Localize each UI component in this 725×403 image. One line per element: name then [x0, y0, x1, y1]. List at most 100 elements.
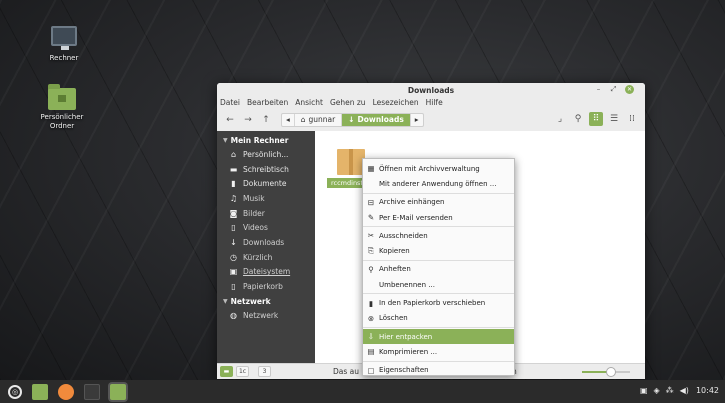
clock-icon: ◷ — [230, 252, 237, 262]
attach-icon: ✎ — [367, 213, 375, 223]
sidebar-item-downloads[interactable]: ↓ Downloads — [217, 235, 315, 250]
sidebar-item-music[interactable]: ♫ Musik — [217, 191, 315, 206]
volume-icon[interactable]: ◀) — [680, 386, 689, 395]
compact-view-icon[interactable]: ⁞⁞ — [625, 112, 639, 126]
context-menu-item[interactable]: ✂ Ausschneiden — [363, 228, 514, 243]
sidebar-item-label: Persönlich... — [243, 149, 289, 159]
menu-separator — [363, 326, 514, 328]
context-menu-item[interactable]: ▤ Komprimieren ... — [363, 344, 514, 359]
sidebar-item-filesystem[interactable]: ▣ Dateisystem — [217, 265, 315, 280]
sidebar-item-documents[interactable]: ▮ Dokumente — [217, 176, 315, 191]
sidebar-item-recent[interactable]: ◷ Kürzlich — [217, 250, 315, 265]
toolbar: ← → ↑ ◂ ⌂ gunnar ↓ Downloads ▸ ⌟ ⚲ ⠿ ☰ ⁞… — [217, 108, 645, 131]
menu-icon[interactable]: ◎ — [8, 384, 22, 399]
sidebar-item-label: Netzwerk — [243, 310, 279, 320]
shield-icon[interactable]: ◈ — [654, 386, 660, 395]
terminal-icon[interactable] — [84, 383, 100, 400]
sidebar-section-my-computer[interactable]: ▼ Mein Rechner — [217, 134, 315, 147]
context-menu-item[interactable]: ✎ Per E-Mail versenden — [363, 210, 514, 225]
clipboard-icon[interactable]: ▣ — [640, 386, 648, 395]
sidebar-item-label: Downloads — [243, 237, 285, 247]
menu-separator — [363, 259, 514, 261]
download-icon: ↓ — [348, 115, 355, 124]
forward-icon[interactable]: → — [241, 113, 255, 127]
path-left-arrow-icon[interactable]: ◂ — [282, 113, 295, 126]
sidebar-item-label: Kürzlich — [243, 252, 273, 262]
hide-sidebar-icon[interactable]: 3 — [258, 366, 271, 377]
context-menu-label: Ausschneiden — [379, 231, 428, 240]
close-icon[interactable]: ✕ — [625, 85, 634, 94]
breadcrumb-downloads[interactable]: ↓ Downloads — [342, 113, 411, 126]
context-menu-item[interactable]: ▢ Eigenschaften — [363, 363, 514, 378]
context-menu-label: Kopieren — [379, 247, 410, 256]
show-places-icon[interactable]: ▬ — [220, 366, 233, 377]
context-menu-item[interactable]: ⊗ Löschen — [363, 311, 514, 326]
package-icon — [337, 149, 365, 175]
context-menu-label: In den Papierkorb verschieben — [379, 299, 486, 308]
menu-bearbeiten[interactable]: Bearbeiten — [247, 98, 288, 107]
menu-separator — [363, 192, 514, 194]
extract-icon: ⇩ — [367, 332, 375, 342]
context-menu-label: Mit anderer Anwendung öffnen ... — [379, 179, 497, 188]
sidebar-item-videos[interactable]: ▯ Videos — [217, 220, 315, 235]
sidebar-section-network[interactable]: ▼ Netzwerk — [217, 295, 315, 308]
zoom-slider-handle[interactable] — [605, 367, 616, 377]
context-menu-item[interactable]: ⊟ Archive einhängen — [363, 195, 514, 210]
context-menu-item[interactable]: ⚲ Anheften — [363, 262, 514, 277]
menu-ansicht[interactable]: Ansicht — [295, 98, 323, 107]
sidebar-item-desktop[interactable]: ▬ Schreibtisch — [217, 162, 315, 177]
sidebar-item-pictures[interactable]: ◙ Bilder — [217, 206, 315, 221]
toggle-location-icon[interactable]: ⌟ — [553, 112, 567, 126]
chevron-down-icon: ▼ — [223, 137, 228, 144]
sidebar-item-trash[interactable]: ▯ Papierkorb — [217, 279, 315, 294]
sidebar-item-label: Bilder — [243, 208, 265, 218]
clock[interactable]: 10:42 — [696, 386, 719, 395]
context-menu-item[interactable]: ▦ Öffnen mit Archivverwaltung — [363, 161, 514, 176]
breadcrumb-home[interactable]: ⌂ gunnar — [295, 113, 343, 126]
context-menu-item[interactable]: ▮ In den Papierkorb verschieben — [363, 295, 514, 310]
files-icon[interactable] — [110, 383, 126, 400]
sidebar-item-network[interactable]: ◍ Netzwerk — [217, 308, 315, 323]
path-right-arrow-icon[interactable]: ▸ — [411, 114, 423, 126]
desktop-icon-computer[interactable]: Rechner — [34, 26, 94, 63]
up-icon[interactable]: ↑ — [259, 113, 273, 127]
trash-icon: ▯ — [231, 282, 236, 292]
sidebar-item-label: Dokumente — [243, 179, 287, 189]
title-bar[interactable]: Downloads – ⤢ ✕ — [217, 83, 645, 96]
menu-hilfe[interactable]: Hilfe — [426, 98, 443, 107]
show-treeview-icon[interactable]: 1c — [236, 366, 249, 377]
file-name: rccmdinst — [327, 178, 367, 188]
compress-icon: ▤ — [367, 347, 375, 357]
sidebar-item-home[interactable]: ⌂ Persönlich... — [217, 147, 315, 162]
document-icon: ▮ — [231, 179, 236, 189]
maximize-icon[interactable]: ⤢ — [609, 85, 618, 94]
sidebar-item-label: Musik — [243, 193, 265, 203]
list-view-icon[interactable]: ☰ — [607, 112, 621, 126]
sidebar-section-title: Mein Rechner — [230, 136, 289, 145]
breadcrumb-label: gunnar — [308, 115, 336, 124]
menu-lesezeichen[interactable]: Lesezeichen — [373, 98, 419, 107]
context-menu-label: Archive einhängen — [379, 198, 445, 207]
zoom-slider[interactable] — [582, 367, 630, 377]
context-menu-label: Anheften — [379, 265, 411, 274]
show-desktop-icon[interactable] — [32, 383, 48, 400]
menu-gehen-zu[interactable]: Gehen zu — [330, 98, 366, 107]
sidebar-item-label: Dateisystem — [243, 267, 291, 277]
context-menu-item[interactable]: Umbenennen ... — [363, 277, 514, 292]
breadcrumb: ◂ ⌂ gunnar ↓ Downloads ▸ — [281, 112, 424, 127]
back-icon[interactable]: ← — [223, 113, 237, 127]
network-icon[interactable]: ⁂ — [666, 386, 674, 395]
context-menu-item[interactable]: Mit anderer Anwendung öffnen ... — [363, 176, 514, 191]
firefox-icon[interactable] — [58, 383, 74, 400]
download-icon: ↓ — [230, 237, 237, 247]
desktop-icon-home-folder[interactable]: Persönlicher Ordner — [32, 84, 92, 131]
home-icon: ⌂ — [300, 115, 306, 124]
sidebar-item-label: Schreibtisch — [243, 164, 289, 174]
minimize-icon[interactable]: – — [594, 85, 603, 94]
drive-icon: ▣ — [229, 267, 238, 277]
icon-view-icon[interactable]: ⠿ — [589, 112, 603, 126]
search-icon[interactable]: ⚲ — [571, 112, 585, 126]
context-menu-item[interactable]: ⎘ Kopieren — [363, 243, 514, 258]
context-menu-item[interactable]: ⇩ Hier entpacken — [363, 328, 514, 345]
menu-datei[interactable]: Datei — [220, 98, 240, 107]
